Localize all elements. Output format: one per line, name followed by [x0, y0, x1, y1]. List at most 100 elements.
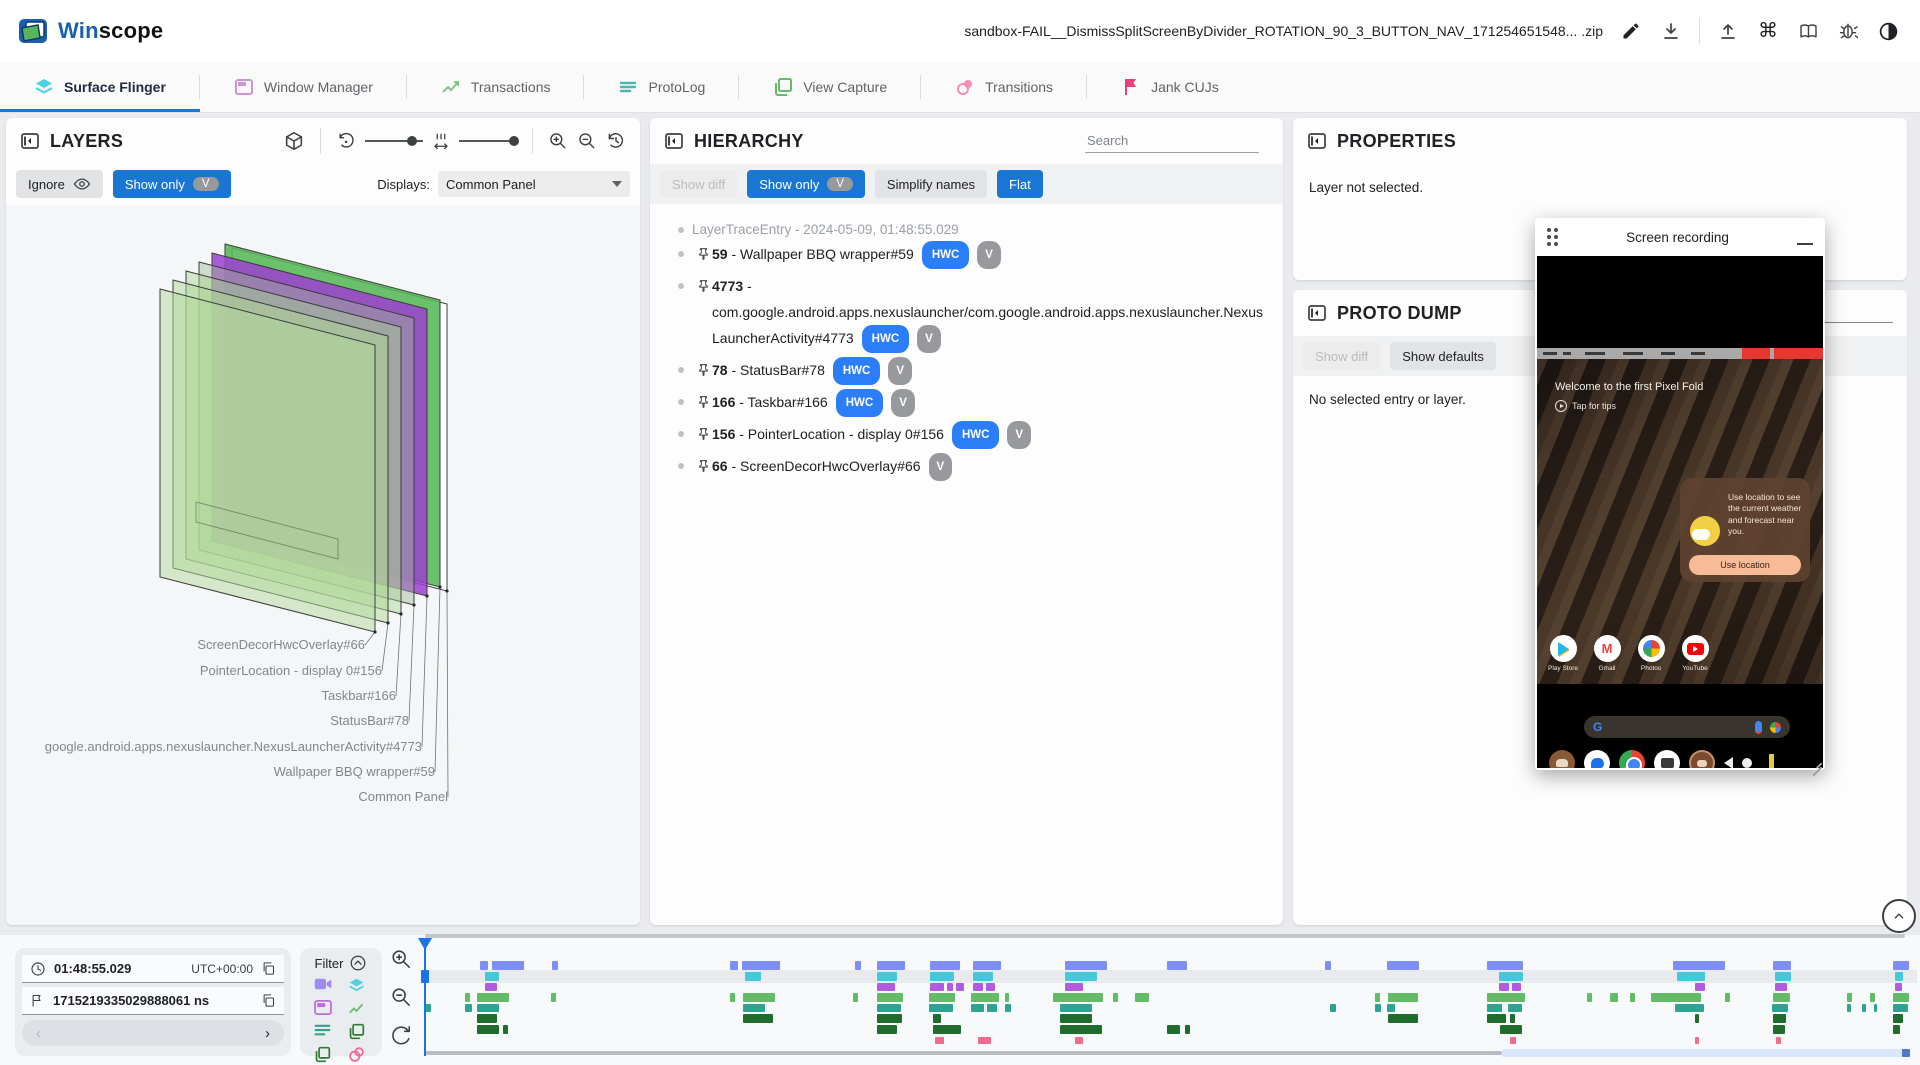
trace-event-window-manager[interactable] [930, 983, 944, 991]
trace-event-protolog[interactable] [1005, 1004, 1011, 1012]
view-capture2-trace-icon[interactable] [314, 1046, 331, 1063]
trace-event-transactions[interactable] [853, 993, 858, 1002]
timeline-zoom-in-icon[interactable] [390, 948, 412, 970]
trace-event-protolog[interactable] [929, 1004, 953, 1012]
copy-icon[interactable] [261, 993, 276, 1008]
trace-event-protolog[interactable] [1893, 1004, 1908, 1012]
protolog-trace-icon[interactable] [314, 1023, 331, 1038]
tree-node[interactable]: 156 - PointerLocation - display 0#156HWC… [650, 421, 1265, 449]
timeline-scrollbar-track[interactable] [425, 1051, 1502, 1055]
trace-event-window-manager[interactable] [1065, 983, 1083, 991]
tab-protolog[interactable]: ProtoLog [584, 62, 739, 112]
trace-event-surface-flinger[interactable] [1677, 972, 1705, 981]
trace-event-view-capture-a[interactable] [1388, 1014, 1418, 1023]
trace-event-screen-recording[interactable] [1893, 961, 1909, 970]
tree-node[interactable]: 4773 - com.google.android.apps.nexuslaun… [650, 273, 1265, 353]
trace-event-protolog[interactable] [743, 1004, 765, 1012]
trace-event-screen-recording[interactable] [855, 961, 861, 970]
timeline-zoom-reset-icon[interactable] [390, 1024, 412, 1046]
tree-node[interactable]: 59 - Wallpaper BBQ wrapper#59HWCV [650, 241, 1265, 269]
dark-mode-icon[interactable] [1870, 13, 1906, 49]
trace-event-surface-flinger[interactable] [1895, 972, 1903, 981]
panel-collapse-icon[interactable] [1307, 131, 1327, 151]
trace-event-transactions[interactable] [1893, 993, 1909, 1002]
timeline-zoom-out-icon[interactable] [390, 986, 412, 1008]
trace-event-screen-recording[interactable] [552, 961, 558, 970]
trace-event-surface-flinger[interactable] [1065, 972, 1097, 981]
trace-event-screen-recording[interactable] [1065, 961, 1107, 970]
hierarchy-show-diff-button[interactable]: Show diff [660, 170, 737, 198]
pin-icon[interactable] [697, 459, 710, 473]
copy-icon[interactable] [261, 961, 276, 976]
trace-event-screen-recording[interactable] [1773, 961, 1791, 970]
trace-event-surface-flinger[interactable] [745, 972, 761, 981]
layers-show-only-button[interactable]: Show onlyV [113, 170, 231, 198]
trace-event-transactions[interactable] [1388, 993, 1418, 1002]
timeline-top-scrollbar[interactable] [425, 934, 1905, 938]
layer-label[interactable]: Taskbar#166 [322, 688, 396, 703]
trace-event-transactions[interactable] [929, 993, 955, 1002]
rotation-icon[interactable] [336, 131, 356, 151]
tab-view-capture[interactable]: View Capture [739, 62, 921, 112]
trace-event-transactions[interactable] [877, 993, 903, 1002]
layers-3d-canvas[interactable]: ScreenDecorHwcOverlay#66PointerLocation … [6, 205, 640, 925]
tab-window-manager[interactable]: Window Manager [200, 62, 407, 112]
transactions-trace-icon[interactable] [348, 1000, 365, 1017]
collapse-filter-icon[interactable] [349, 954, 367, 972]
layer-label[interactable]: Common Panel [358, 789, 448, 804]
proto-show-diff-button[interactable]: Show diff [1303, 342, 1380, 370]
trace-event-window-manager[interactable] [1499, 983, 1509, 991]
trace-event-screen-recording[interactable] [742, 961, 780, 970]
trace-event-window-manager[interactable] [1512, 983, 1521, 991]
panel-collapse-icon[interactable] [1307, 303, 1327, 323]
pin-icon[interactable] [697, 363, 710, 377]
trace-event-view-capture-a[interactable] [1510, 1014, 1515, 1023]
minimize-icon[interactable] [1797, 229, 1813, 245]
trace-event-view-capture-a[interactable] [933, 1014, 941, 1023]
layer-label[interactable]: google.android.apps.nexuslauncher.NexusL… [45, 739, 422, 754]
simplify-names-button[interactable]: Simplify names [875, 170, 987, 198]
trace-event-transactions[interactable] [1375, 993, 1380, 1002]
trace-event-view-capture-a[interactable] [1060, 1014, 1092, 1023]
trace-event-transactions[interactable] [1773, 993, 1790, 1002]
trace-event-screen-recording[interactable] [973, 961, 1001, 970]
timeline-canvas[interactable] [425, 940, 1917, 1065]
trace-event-protolog[interactable] [1375, 1004, 1381, 1012]
show-defaults-button[interactable]: Show defaults [1390, 342, 1496, 370]
layer-label[interactable]: PointerLocation - display 0#156 [200, 663, 382, 678]
trace-event-view-capture-a[interactable] [477, 1014, 497, 1023]
layer-label[interactable]: Wallpaper BBQ wrapper#59 [274, 764, 435, 779]
trace-event-screen-recording[interactable] [492, 961, 524, 970]
trace-event-screen-recording[interactable] [1167, 961, 1187, 970]
trace-event-window-manager[interactable] [877, 983, 895, 991]
trace-event-screen-recording[interactable] [730, 961, 738, 970]
trace-event-transactions[interactable] [1847, 993, 1852, 1002]
drag-handle-icon[interactable] [1547, 228, 1558, 246]
trace-event-window-manager[interactable] [1695, 983, 1705, 991]
trace-event-surface-flinger[interactable] [1499, 972, 1523, 981]
trace-event-transactions[interactable] [1651, 993, 1701, 1002]
rotation-slider[interactable] [365, 140, 423, 142]
trace-event-view-capture-b[interactable] [1893, 1025, 1900, 1034]
trace-event-view-capture-a[interactable] [1695, 1014, 1699, 1023]
tab-jank-cujs[interactable]: Jank CUJs [1087, 62, 1253, 112]
screen-recording-titlebar[interactable]: Screen recording [1535, 218, 1825, 256]
trace-event-transactions[interactable] [465, 993, 470, 1002]
zoom-in-icon[interactable] [548, 131, 568, 151]
trace-event-transactions[interactable] [1005, 993, 1009, 1002]
prev-frame-button[interactable]: ‹ [36, 1025, 41, 1042]
trace-event-view-capture-a[interactable] [1773, 1014, 1786, 1023]
trace-event-window-manager[interactable] [956, 983, 964, 991]
trace-event-view-capture-a[interactable] [743, 1014, 773, 1023]
trace-event-window-manager[interactable] [986, 983, 995, 991]
trace-event-screen-recording[interactable] [877, 961, 905, 970]
trace-event-view-capture-b[interactable] [933, 1025, 961, 1034]
3d-view-icon[interactable] [283, 130, 305, 152]
trace-event-transitions[interactable] [935, 1037, 944, 1044]
trace-event-transactions[interactable] [1135, 993, 1149, 1002]
ignore-button[interactable]: Ignore [16, 170, 103, 198]
trace-event-transactions[interactable] [1053, 993, 1103, 1002]
flat-button[interactable]: Flat [997, 170, 1043, 198]
timeline-zoom-range-handle[interactable] [1902, 1049, 1910, 1057]
trace-event-transitions[interactable] [1776, 1037, 1781, 1044]
